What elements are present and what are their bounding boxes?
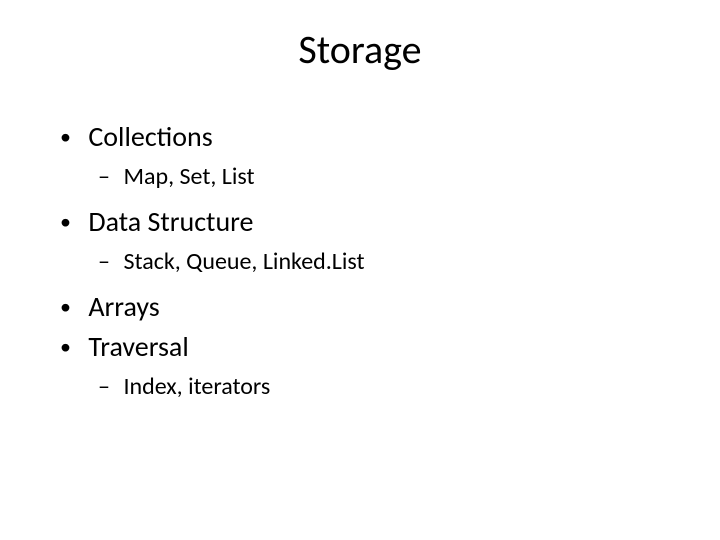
sub-bullet-label: Index, iterators xyxy=(123,372,270,401)
bullet-arrays: Arrays xyxy=(60,289,670,325)
sub-bullet-map-set-list: Map, Set, List xyxy=(98,161,670,193)
sub-bullet-list: Index, iterators xyxy=(60,371,670,403)
slide-title: Storage xyxy=(50,25,670,74)
sub-bullet-stack-queue: Stack, Queue, Linked.List xyxy=(98,246,670,278)
sub-bullet-list: Stack, Queue, Linked.List xyxy=(60,246,670,278)
bullet-label: Collections xyxy=(88,119,212,154)
sub-bullet-index-iterators: Index, iterators xyxy=(98,371,670,403)
bullet-data-structure: Data Structure Stack, Queue, Linked.List xyxy=(60,204,670,279)
bullet-list: Collections Map, Set, List Data Structur… xyxy=(50,119,670,404)
bullet-traversal: Traversal Index, iterators xyxy=(60,329,670,404)
bullet-label: Arrays xyxy=(88,289,159,324)
bullet-collections: Collections Map, Set, List xyxy=(60,119,670,194)
sub-bullet-label: Map, Set, List xyxy=(123,162,254,191)
bullet-label: Traversal xyxy=(88,329,188,364)
bullet-label: Data Structure xyxy=(88,204,253,239)
sub-bullet-label: Stack, Queue, Linked.List xyxy=(123,247,364,276)
sub-bullet-list: Map, Set, List xyxy=(60,161,670,193)
